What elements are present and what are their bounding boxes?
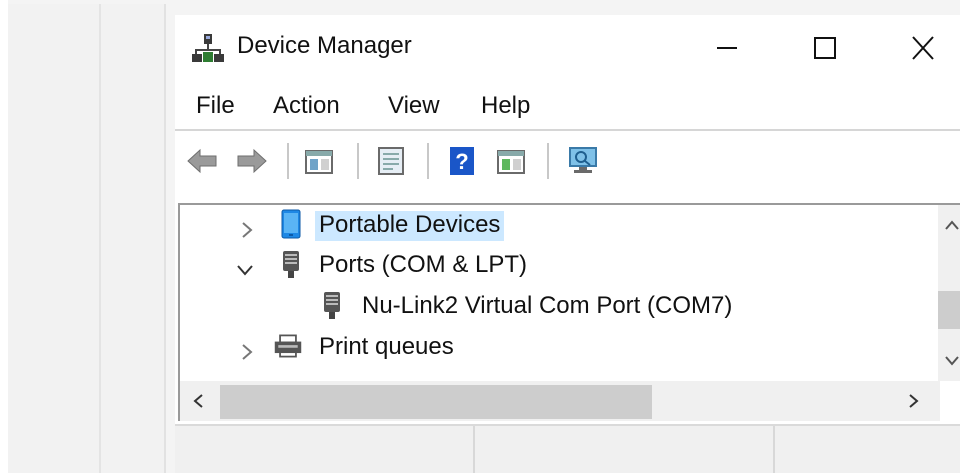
portable-device-icon	[281, 209, 301, 239]
tree-label-nu-link2-port: Nu-Link2 Virtual Com Port (COM7)	[362, 292, 733, 319]
toolbar-separator	[287, 143, 289, 179]
svg-text:?: ?	[455, 149, 468, 174]
toolbar-separator	[427, 143, 429, 179]
printer-icon	[274, 334, 302, 358]
update-driver-icon[interactable]	[495, 145, 527, 177]
toolbar-separator	[357, 143, 359, 179]
tree-label-ports: Ports (COM & LPT)	[319, 251, 528, 278]
show-hide-console-tree-icon[interactable]	[303, 145, 335, 177]
scroll-left-icon[interactable]	[190, 391, 206, 411]
scroll-up-icon[interactable]	[942, 217, 960, 233]
port-icon	[324, 292, 340, 319]
device-manager-icon	[192, 34, 224, 62]
tree-node-portable-devices[interactable]: Portable Devices	[180, 209, 880, 245]
menu-help[interactable]: Help	[481, 92, 530, 120]
menu-action[interactable]: Action	[273, 92, 340, 120]
maximize-button[interactable]	[803, 29, 847, 67]
title-bar[interactable]: Device Manager	[175, 15, 960, 85]
chevron-right-icon[interactable]	[236, 341, 258, 363]
background-left	[0, 0, 8, 473]
help-icon[interactable]: ?	[446, 145, 478, 177]
properties-icon[interactable]	[375, 145, 407, 177]
background-edge	[164, 4, 166, 473]
horizontal-scroll-thumb[interactable]	[220, 385, 652, 419]
horizontal-scrollbar[interactable]	[180, 381, 940, 421]
window-title: Device Manager	[237, 32, 412, 59]
toolbar: ?	[175, 135, 960, 185]
menu-separator	[175, 129, 960, 131]
tree-node-ports[interactable]: Ports (COM & LPT)	[180, 249, 880, 285]
chevron-down-icon[interactable]	[234, 259, 256, 281]
tree-node-nu-link2-port[interactable]: Nu-Link2 Virtual Com Port (COM7)	[180, 290, 900, 326]
scroll-down-icon[interactable]	[942, 353, 960, 369]
tree-node-print-queues[interactable]: Print queues	[180, 331, 880, 367]
chevron-right-icon[interactable]	[236, 219, 258, 241]
tree-label-print-queues: Print queues	[319, 333, 454, 360]
menu-file[interactable]: File	[196, 92, 235, 120]
minimize-button[interactable]	[705, 29, 749, 67]
status-cell	[475, 426, 775, 473]
toolbar-separator	[547, 143, 549, 179]
vertical-scroll-thumb[interactable]	[938, 291, 960, 329]
close-button[interactable]	[901, 29, 945, 67]
status-cell	[775, 426, 960, 473]
scroll-right-icon[interactable]	[906, 391, 922, 411]
menu-view[interactable]: View	[388, 92, 440, 120]
back-arrow-icon[interactable]	[186, 145, 218, 177]
vertical-scrollbar[interactable]	[938, 205, 960, 381]
device-manager-window: Device Manager File Action View Help ? P…	[175, 15, 960, 473]
menu-bar: File Action View Help	[175, 89, 960, 125]
scan-hardware-changes-icon[interactable]	[567, 145, 599, 177]
port-icon	[283, 251, 299, 278]
tree-label-portable-devices: Portable Devices	[315, 211, 505, 241]
forward-arrow-icon[interactable]	[236, 145, 268, 177]
status-cell	[175, 426, 475, 473]
device-tree[interactable]: Portable Devices Ports (COM & LPT) Nu-Li…	[178, 203, 960, 421]
background-panel	[8, 4, 100, 473]
status-bar	[175, 424, 960, 473]
background-panel-right	[101, 4, 165, 473]
